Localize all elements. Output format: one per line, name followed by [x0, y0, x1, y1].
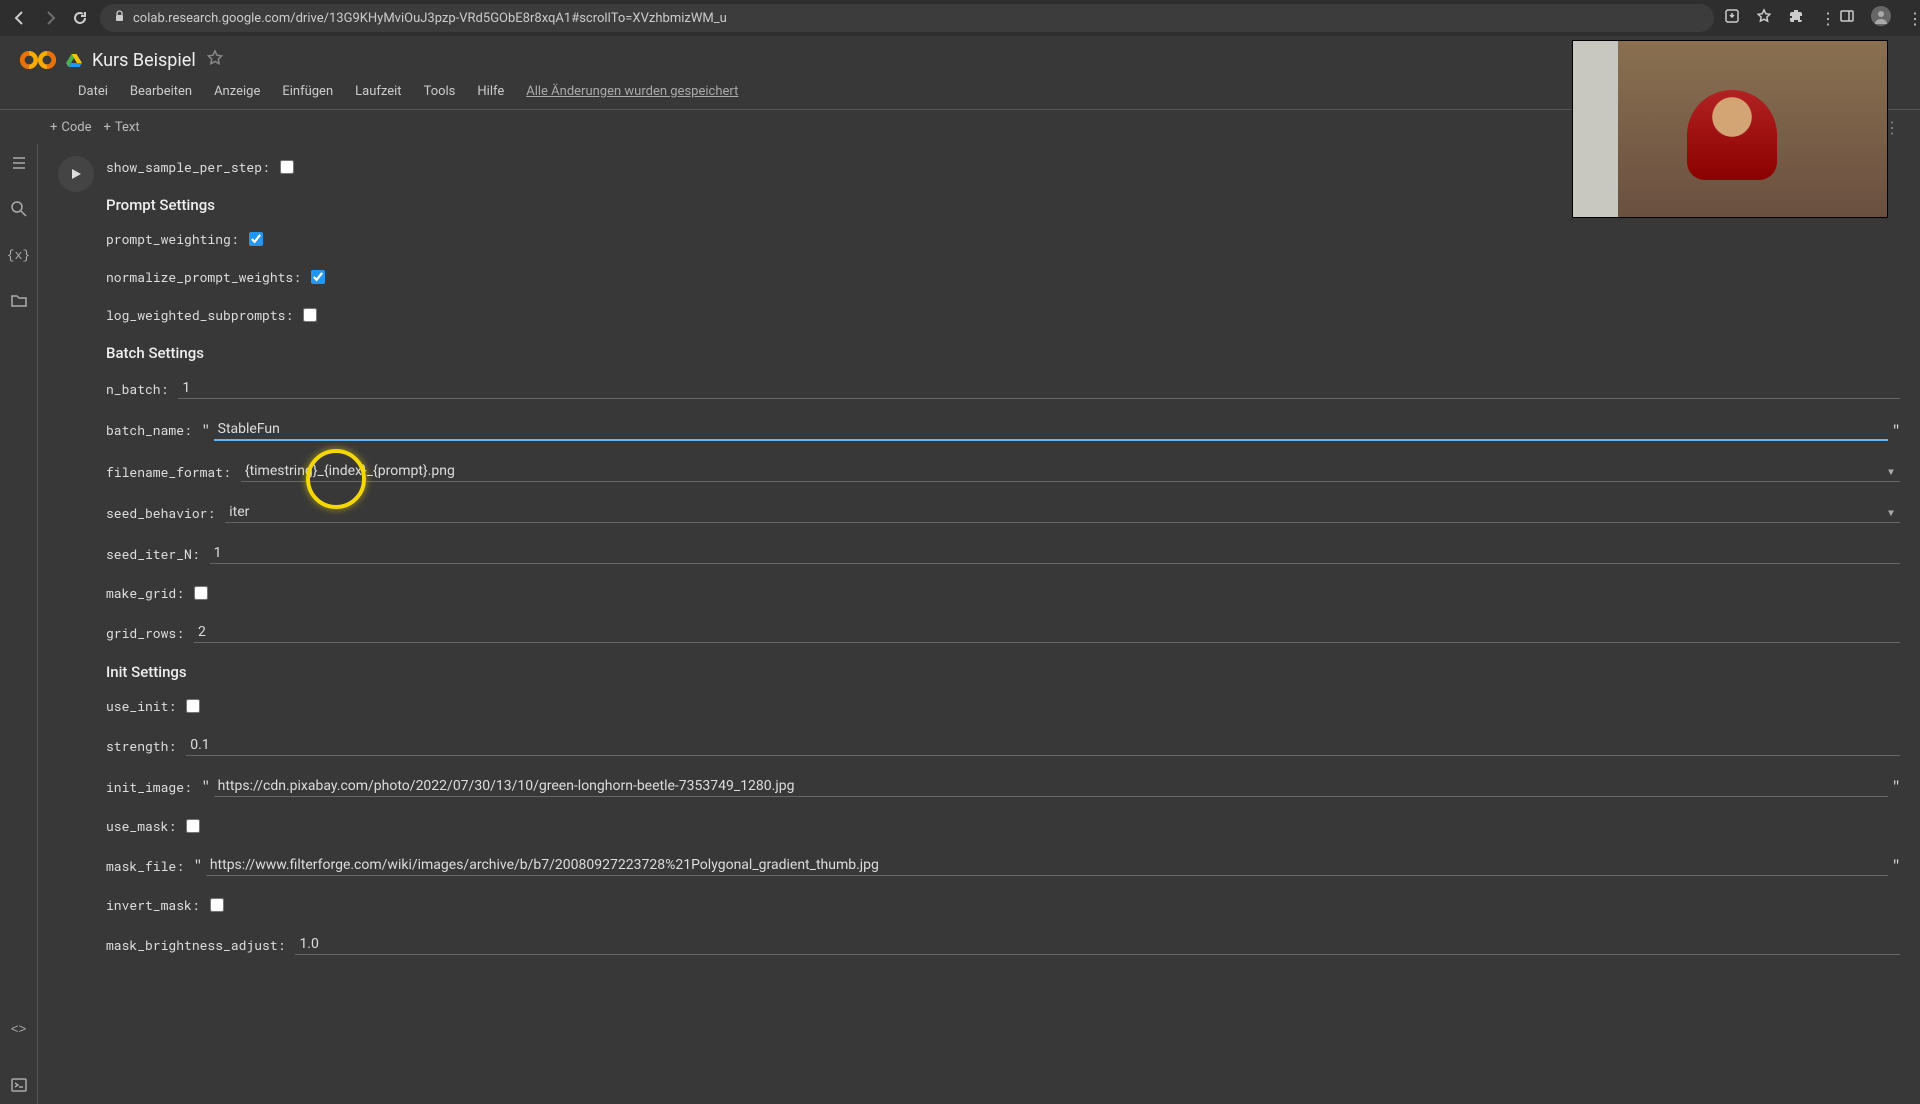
batch-settings-header: Batch Settings: [106, 344, 1900, 362]
seed-iter-n-label: seed_iter_N:: [106, 545, 200, 563]
seed-iter-n-input[interactable]: [210, 543, 1900, 564]
grid-rows-label: grid_rows:: [106, 624, 184, 642]
menu-hilfe[interactable]: Hilfe: [469, 82, 512, 101]
document-title[interactable]: Kurs Beispiel: [92, 50, 196, 71]
more-icon[interactable]: ⋮: [1907, 9, 1910, 28]
mask-brightness-adjust-input[interactable]: [295, 934, 1900, 955]
mask-file-input[interactable]: [206, 855, 1888, 876]
lock-icon: [114, 10, 125, 26]
reload-button[interactable]: [70, 8, 90, 28]
menu-anzeige[interactable]: Anzeige: [206, 82, 268, 101]
mask-brightness-adjust-label: mask_brightness_adjust:: [106, 936, 285, 954]
n-batch-label: n_batch:: [106, 380, 168, 398]
make-grid-label: make_grid:: [106, 584, 184, 602]
search-icon[interactable]: [10, 200, 28, 218]
use-init-label: use_init:: [106, 697, 176, 715]
show-sample-per-step-checkbox[interactable]: [280, 160, 294, 174]
log-weighted-subprompts-checkbox[interactable]: [303, 308, 317, 322]
toc-icon[interactable]: [10, 154, 28, 172]
quote-mark: ": [202, 423, 210, 438]
use-mask-checkbox[interactable]: [186, 819, 200, 833]
terminal-icon[interactable]: [10, 1076, 28, 1094]
code-brackets-icon[interactable]: <>: [10, 1020, 28, 1038]
strength-label: strength:: [106, 737, 176, 755]
bookmark-icon[interactable]: [1756, 8, 1772, 28]
install-icon[interactable]: [1724, 8, 1740, 28]
n-batch-input[interactable]: [178, 378, 1900, 399]
prompt-weighting-checkbox[interactable]: [249, 232, 263, 246]
add-code-button[interactable]: + Code: [50, 120, 92, 135]
star-button[interactable]: [206, 49, 224, 71]
plus-icon: +: [104, 120, 111, 135]
run-button[interactable]: [58, 156, 94, 192]
log-weighted-subprompts-label: log_weighted_subprompts:: [106, 306, 293, 324]
colab-logo-icon[interactable]: [20, 42, 56, 78]
quote-mark: ": [1892, 423, 1900, 438]
invert-mask-label: invert_mask:: [106, 896, 200, 914]
notebook-content: show_sample_per_step: Prompt Settings pr…: [38, 144, 1920, 1104]
sidepanel-icon[interactable]: [1839, 8, 1855, 28]
init-image-label: init_image:: [106, 778, 192, 796]
menu-laufzeit[interactable]: Laufzeit: [347, 82, 409, 101]
back-button[interactable]: [10, 8, 30, 28]
batch-name-input[interactable]: [214, 419, 1889, 441]
menu-einfugen[interactable]: Einfügen: [274, 82, 341, 101]
menu-bearbeiten[interactable]: Bearbeiten: [122, 82, 200, 101]
add-text-button[interactable]: + Text: [104, 120, 140, 135]
quote-mark: ": [194, 858, 202, 873]
url-bar[interactable]: colab.research.google.com/drive/13G9KHyM…: [100, 4, 1714, 32]
mask-file-label: mask_file:: [106, 857, 184, 875]
url-text: colab.research.google.com/drive/13G9KHyM…: [133, 11, 727, 26]
grid-rows-input[interactable]: [194, 622, 1900, 643]
use-mask-label: use_mask:: [106, 817, 176, 835]
drive-icon: [66, 52, 82, 68]
filename-format-label: filename_format:: [106, 463, 231, 481]
browser-actions: ⋮ ⋮: [1724, 6, 1910, 30]
strength-input[interactable]: [186, 735, 1900, 756]
filename-format-select[interactable]: [241, 461, 1900, 482]
menu-datei[interactable]: Datei: [70, 82, 116, 101]
extensions-icon[interactable]: [1788, 8, 1804, 28]
folder-icon[interactable]: [10, 292, 28, 310]
show-sample-per-step-label: show_sample_per_step:: [106, 158, 270, 176]
make-grid-checkbox[interactable]: [194, 586, 208, 600]
quote-mark: ": [202, 779, 210, 794]
webcam-overlay: [1572, 40, 1888, 218]
prompt-weighting-label: prompt_weighting:: [106, 230, 239, 248]
init-settings-header: Init Settings: [106, 663, 1900, 681]
init-image-input[interactable]: [214, 776, 1889, 797]
normalize-prompt-weights-label: normalize_prompt_weights:: [106, 268, 301, 286]
use-init-checkbox[interactable]: [186, 699, 200, 713]
menu-tools[interactable]: Tools: [416, 82, 464, 101]
plus-icon: +: [50, 120, 57, 135]
save-status[interactable]: Alle Änderungen wurden gespeichert: [518, 82, 746, 101]
batch-name-label: batch_name:: [106, 421, 192, 439]
browser-menu-icon[interactable]: ⋮: [1820, 9, 1823, 28]
quote-mark: ": [1892, 779, 1900, 794]
browser-chrome: colab.research.google.com/drive/13G9KHyM…: [0, 0, 1920, 36]
forward-button[interactable]: [40, 8, 60, 28]
variables-icon[interactable]: {x}: [10, 246, 28, 264]
normalize-prompt-weights-checkbox[interactable]: [311, 270, 325, 284]
left-rail: {x} <>: [0, 144, 38, 1104]
avatar-icon[interactable]: [1871, 6, 1891, 30]
seed-behavior-select[interactable]: [225, 502, 1900, 523]
form-cell: show_sample_per_step: Prompt Settings pr…: [58, 152, 1900, 975]
invert-mask-checkbox[interactable]: [210, 898, 224, 912]
quote-mark: ": [1892, 858, 1900, 873]
seed-behavior-label: seed_behavior:: [106, 504, 215, 522]
